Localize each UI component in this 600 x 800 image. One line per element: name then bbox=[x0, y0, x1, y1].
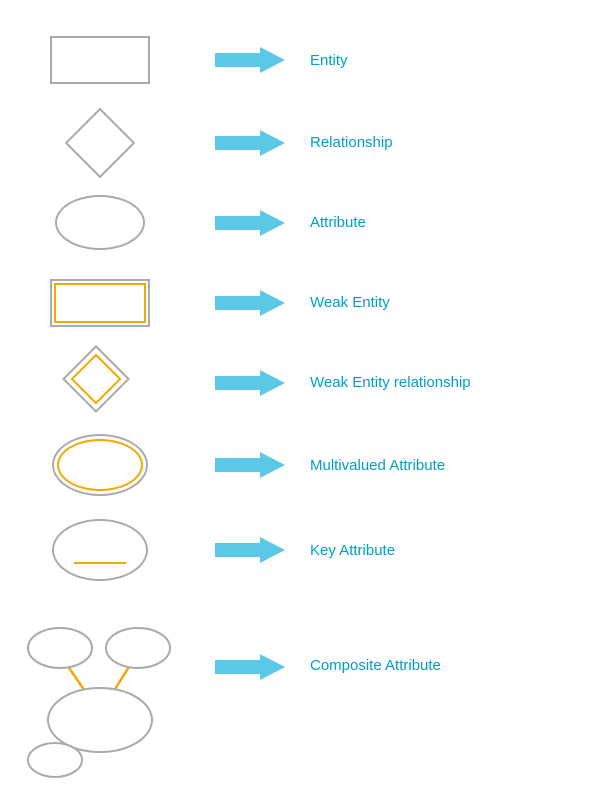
relationship-shape-area bbox=[0, 115, 200, 171]
composite-attr-arrow-icon bbox=[215, 652, 285, 682]
weak-rel-row: Weak Entity relationship bbox=[0, 350, 600, 415]
multi-attr-shape-area bbox=[0, 434, 200, 496]
weak-entity-inner bbox=[54, 283, 146, 323]
key-attr-ellipse bbox=[52, 519, 148, 581]
relationship-label: Relationship bbox=[310, 134, 393, 151]
legend-container: Entity Relationship Attribute bbox=[0, 0, 600, 800]
entity-label-area: Entity bbox=[300, 52, 600, 69]
relationship-label-area: Relationship bbox=[300, 134, 600, 151]
attribute-ellipse bbox=[55, 195, 145, 250]
entity-row: Entity bbox=[0, 30, 600, 90]
weak-entity-arrow-icon bbox=[215, 288, 285, 318]
composite-attr-svg bbox=[20, 610, 180, 780]
multi-attr-inner bbox=[57, 439, 143, 491]
relationship-row: Relationship bbox=[0, 110, 600, 175]
composite-attr-label: Composite Attribute bbox=[310, 657, 441, 674]
multi-attr-arrow-icon bbox=[215, 450, 285, 480]
attribute-label-area: Attribute bbox=[300, 214, 600, 231]
attribute-label: Attribute bbox=[310, 214, 366, 231]
multi-attr-label-area: Multivalued Attribute bbox=[300, 457, 600, 474]
composite-attr-shape-area bbox=[0, 605, 200, 780]
key-attr-arrow-area bbox=[200, 535, 300, 565]
attribute-row: Attribute bbox=[0, 190, 600, 255]
key-attr-label-area: Key Attribute bbox=[300, 542, 600, 559]
weak-entity-shape-area bbox=[0, 279, 200, 327]
weak-entity-label-area: Weak Entity bbox=[300, 294, 600, 311]
weak-rel-label-area: Weak Entity relationship bbox=[300, 374, 600, 391]
relationship-arrow-area bbox=[200, 128, 300, 158]
attribute-arrow-area bbox=[200, 208, 300, 238]
weak-rel-label: Weak Entity relationship bbox=[310, 374, 471, 391]
weak-entity-shape bbox=[50, 279, 150, 327]
weak-rel-shape bbox=[72, 355, 128, 411]
weak-rel-arrow-area bbox=[200, 368, 300, 398]
attribute-arrow-icon bbox=[215, 208, 285, 238]
key-attr-shape bbox=[52, 519, 148, 581]
entity-rect bbox=[50, 36, 150, 84]
key-attr-arrow-icon bbox=[215, 535, 285, 565]
weak-entity-label: Weak Entity bbox=[310, 294, 390, 311]
weak-rel-shape-area bbox=[0, 355, 200, 411]
key-attr-label: Key Attribute bbox=[310, 542, 395, 559]
relationship-arrow-icon bbox=[215, 128, 285, 158]
multi-attr-label: Multivalued Attribute bbox=[310, 457, 445, 474]
entity-label: Entity bbox=[310, 52, 348, 69]
attribute-shape-area bbox=[0, 195, 200, 250]
entity-shape-area bbox=[0, 36, 200, 84]
composite-attr-row: Composite Attribute bbox=[0, 605, 600, 780]
entity-arrow-area bbox=[200, 45, 300, 75]
composite-attr-arrow-area bbox=[200, 652, 300, 734]
weak-entity-row: Weak Entity bbox=[0, 270, 600, 335]
key-attr-row: Key Attribute bbox=[0, 515, 600, 585]
entity-arrow-icon bbox=[215, 45, 285, 75]
relationship-diamond bbox=[65, 107, 136, 178]
multi-attr-row: Multivalued Attribute bbox=[0, 430, 600, 500]
weak-rel-inner bbox=[71, 353, 122, 404]
key-attr-shape-area bbox=[0, 519, 200, 581]
composite-attr-label-area: Composite Attribute bbox=[300, 657, 600, 729]
key-attr-underline bbox=[74, 562, 126, 565]
multi-attr-shape bbox=[52, 434, 148, 496]
composite-attr-shape bbox=[20, 610, 180, 780]
multi-attr-arrow-area bbox=[200, 450, 300, 480]
weak-entity-arrow-area bbox=[200, 288, 300, 318]
weak-rel-arrow-icon bbox=[215, 368, 285, 398]
